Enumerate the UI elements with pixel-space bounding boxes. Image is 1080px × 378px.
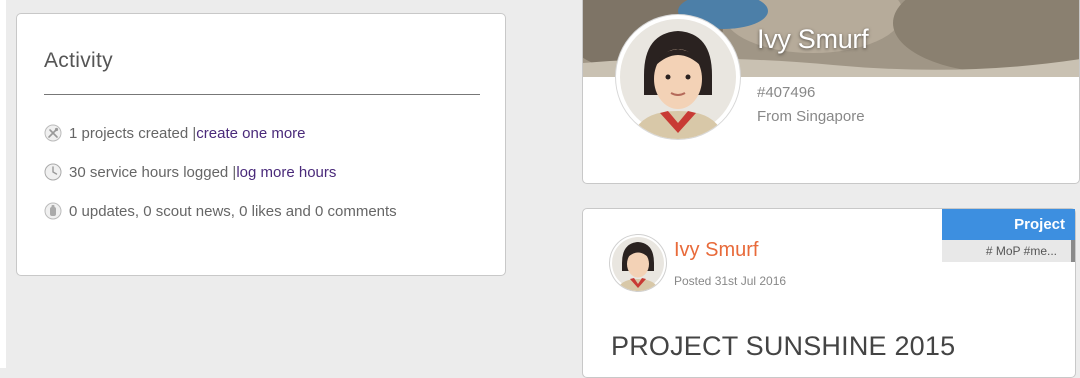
activity-hours-text: 30 service hours logged | [69, 163, 237, 181]
post-date: Posted 31st Jul 2016 [674, 274, 787, 288]
activity-row-updates: 0 updates, 0 scout news, 0 likes and 0 c… [44, 202, 397, 220]
activity-updates-text: 0 updates, 0 scout news, 0 likes and 0 c… [69, 202, 397, 220]
activity-divider [44, 94, 480, 95]
clock-icon [44, 163, 62, 181]
profile-name[interactable]: Ivy Smurf [757, 24, 869, 55]
activity-row-projects: 1 projects created | create one more [44, 124, 306, 142]
create-one-more-link[interactable]: create one more [196, 125, 305, 142]
post-tags[interactable]: # MoP #me... [942, 240, 1075, 262]
project-badge: Project [942, 209, 1075, 240]
log-more-hours-link[interactable]: log more hours [236, 164, 336, 181]
activity-title: Activity [44, 49, 113, 72]
profile-location: From Singapore [757, 108, 865, 125]
activity-row-hours: 30 service hours logged | log more hours [44, 163, 336, 181]
tools-icon [44, 124, 62, 142]
post-title[interactable]: PROJECT SUNSHINE 2015 [611, 331, 955, 362]
post-author-name[interactable]: Ivy Smurf [674, 239, 758, 262]
activity-projects-text: 1 projects created | [69, 124, 197, 142]
profile-id: #407496 [757, 84, 816, 101]
thumbs-icon [44, 202, 62, 220]
page-edge [0, 0, 6, 368]
profile-avatar[interactable] [616, 15, 740, 139]
post-author-avatar[interactable] [610, 235, 666, 291]
